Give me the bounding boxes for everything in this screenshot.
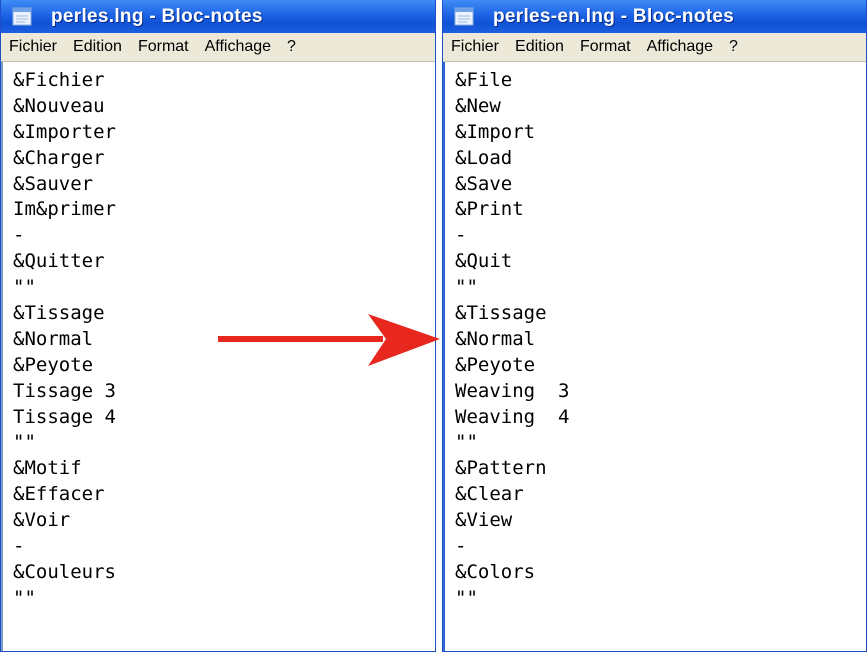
right-text-area[interactable]: &File &New &Import &Load &Save &Print - …: [443, 62, 866, 651]
menu-edition[interactable]: Edition: [515, 38, 564, 56]
menu-affichage[interactable]: Affichage: [647, 38, 713, 56]
text-line: "": [455, 586, 478, 609]
text-line: &Nouveau: [13, 94, 105, 117]
notepad-icon: [11, 7, 37, 27]
text-line: &Sauver: [13, 172, 94, 195]
menu-help[interactable]: ?: [729, 38, 738, 56]
text-line: "": [13, 431, 36, 454]
text-line: &Print: [455, 198, 524, 221]
text-line: &Effacer: [13, 483, 105, 506]
menu-edition[interactable]: Edition: [73, 38, 122, 56]
text-line: &Peyote: [455, 353, 536, 376]
text-line: &Load: [455, 146, 513, 169]
text-line: Weaving 4: [455, 405, 570, 428]
text-line: Im&primer: [13, 198, 116, 221]
text-line: &Voir: [13, 509, 71, 532]
left-window-title: perles.lng - Bloc-notes: [51, 5, 263, 27]
left-title-bar[interactable]: perles.lng - Bloc-notes: [1, 0, 435, 33]
text-line: Tissage 4: [13, 405, 116, 428]
text-line: &Tissage: [455, 302, 547, 325]
text-line: -: [455, 535, 467, 558]
text-line: Weaving 3: [455, 379, 570, 402]
text-line: "": [13, 586, 36, 609]
text-line: -: [13, 535, 25, 558]
right-menu-bar: Fichier Edition Format Affichage ?: [443, 33, 866, 62]
menu-fichier[interactable]: Fichier: [451, 38, 499, 56]
text-line: &Fichier: [13, 69, 105, 91]
text-line: &Couleurs: [13, 560, 116, 583]
text-line: &Charger: [13, 146, 105, 169]
menu-affichage[interactable]: Affichage: [205, 38, 271, 56]
menu-fichier[interactable]: Fichier: [9, 38, 57, 56]
text-line: &Normal: [455, 327, 536, 350]
text-line: &Quit: [455, 250, 513, 273]
text-line: &Importer: [13, 120, 116, 143]
notepad-icon: [453, 7, 479, 27]
menu-format[interactable]: Format: [138, 38, 189, 56]
left-menu-bar: Fichier Edition Format Affichage ?: [1, 33, 435, 62]
text-line: &Colors: [455, 560, 536, 583]
right-notepad-window: perles-en.lng - Bloc-notes Fichier Editi…: [442, 0, 867, 652]
menu-format[interactable]: Format: [580, 38, 631, 56]
text-line: &File: [455, 69, 513, 91]
text-line: &Pattern: [455, 457, 547, 480]
text-line: &Quitter: [13, 250, 105, 273]
right-arrow-icon: [218, 314, 440, 366]
text-line: &Motif: [13, 457, 82, 480]
text-line: "": [455, 431, 478, 454]
text-line: &Save: [455, 172, 513, 195]
text-line: Tissage 3: [13, 379, 116, 402]
text-line: &Clear: [455, 483, 524, 506]
text-line: -: [455, 224, 467, 247]
text-line: &View: [455, 509, 513, 532]
text-line: "": [455, 276, 478, 299]
text-line: "": [13, 276, 36, 299]
right-window-title: perles-en.lng - Bloc-notes: [493, 5, 735, 27]
text-line: -: [13, 224, 25, 247]
right-title-bar[interactable]: perles-en.lng - Bloc-notes: [443, 0, 866, 33]
text-line: &New: [455, 94, 501, 117]
text-line: &Import: [455, 120, 536, 143]
menu-help[interactable]: ?: [287, 38, 296, 56]
